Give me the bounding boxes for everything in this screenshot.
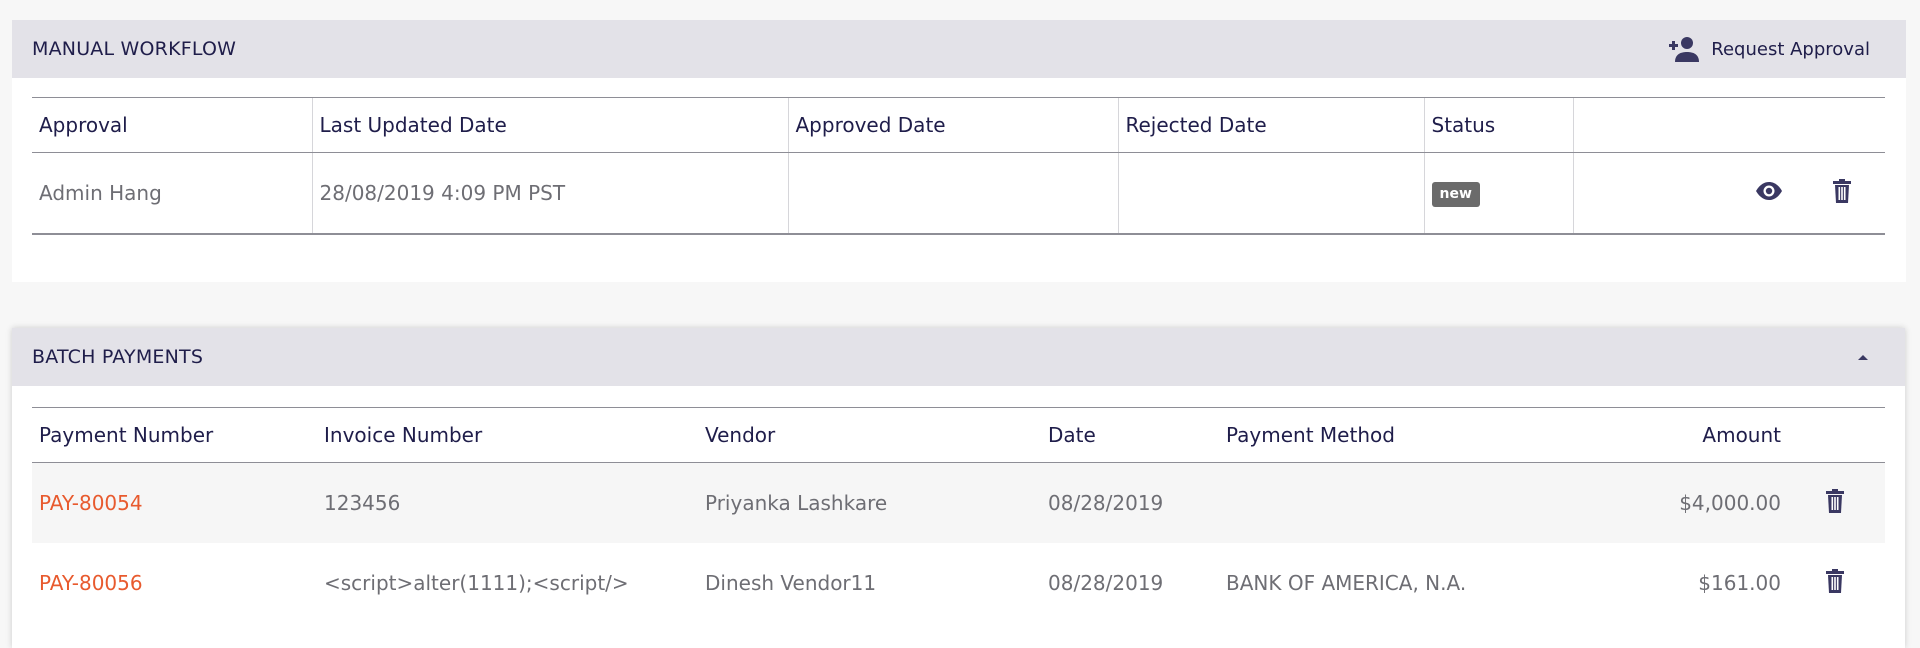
delete-button[interactable] [1826, 488, 1844, 518]
status-cell: new [1423, 152, 1573, 235]
approved-date [787, 152, 1118, 235]
request-approval-button[interactable]: Request Approval [1667, 20, 1870, 78]
amount: $4,000.00 [1614, 462, 1789, 543]
invoice-number: 123456 [317, 462, 698, 543]
batch-payments-panel: BATCH PAYMENTS Payment Number Invoice Nu… [12, 328, 1905, 648]
payment-date: 08/28/2019 [1048, 571, 1164, 595]
payment-method [1219, 462, 1614, 543]
manual-workflow-panel: MANUAL WORKFLOW Request Approval Approva… [12, 20, 1906, 282]
col-date: Date [1041, 407, 1219, 463]
trash-icon [1826, 568, 1844, 593]
batch-payments-table: Payment Number Invoice Number Vendor Dat… [32, 407, 1885, 623]
payment-number-link[interactable]: PAY-80054 [39, 491, 143, 515]
vendor: Priyanka Lashkare [698, 462, 1041, 543]
manual-workflow-title: MANUAL WORKFLOW [32, 38, 237, 60]
amount: $161.00 [1698, 571, 1781, 595]
payment-date: 08/28/2019 [1041, 462, 1219, 543]
eye-icon [1755, 181, 1782, 200]
row-actions [1789, 543, 1885, 623]
request-approval-label: Request Approval [1711, 38, 1870, 60]
person-add-icon [1669, 37, 1700, 62]
view-button[interactable] [1755, 181, 1783, 206]
vendor: Dinesh Vendor11 [705, 571, 877, 595]
table-row: PAY-80054 123456 Priyanka Lashkare 08/28… [32, 462, 1885, 543]
approval-table-header: Approval Last Updated Date Approved Date… [32, 97, 1885, 153]
col-vendor: Vendor [698, 407, 1041, 463]
caret-up-icon [1858, 355, 1868, 360]
col-status: Status [1423, 97, 1573, 153]
batch-table-header: Payment Number Invoice Number Vendor Dat… [32, 407, 1885, 463]
batch-payments-header[interactable]: BATCH PAYMENTS [12, 328, 1905, 386]
trash-icon [1826, 488, 1844, 513]
col-row-actions [1789, 407, 1885, 463]
status-badge: new [1431, 182, 1480, 207]
col-invoice-number: Invoice Number [317, 407, 698, 463]
col-payment-number: Payment Number [32, 407, 317, 463]
batch-payments-title: BATCH PAYMENTS [32, 346, 204, 368]
collapse-button[interactable] [1857, 328, 1869, 386]
col-last-updated-date: Last Updated Date [311, 97, 788, 153]
trash-icon [1833, 178, 1851, 203]
row-actions [1572, 152, 1885, 235]
payment-number-cell: PAY-80054 [32, 462, 317, 543]
payment-number-link[interactable]: PAY-80056 [39, 571, 143, 595]
col-amount: Amount [1614, 407, 1789, 463]
last-updated-date: 28/08/2019 4:09 PM PST [311, 152, 788, 235]
row-actions [1789, 462, 1885, 543]
payment-method: BANK OF AMERICA, N.A. [1226, 571, 1467, 595]
table-row: PAY-80056 <script>alter(1111);<script/> … [32, 543, 1885, 623]
delete-button[interactable] [1826, 568, 1844, 598]
manual-workflow-header: MANUAL WORKFLOW Request Approval [12, 20, 1906, 78]
col-approved-date: Approved Date [787, 97, 1118, 153]
delete-button[interactable] [1833, 178, 1851, 208]
payment-number-cell: PAY-80056 [32, 543, 317, 623]
approval-table: Approval Last Updated Date Approved Date… [32, 97, 1885, 235]
invoice-number: <script>alter(1111);<script/> [324, 571, 629, 595]
approval-name: Admin Hang [32, 152, 312, 235]
table-row: Admin Hang 28/08/2019 4:09 PM PST new [32, 152, 1885, 235]
rejected-date [1117, 152, 1424, 235]
col-approval: Approval [32, 97, 312, 153]
col-rejected-date: Rejected Date [1117, 97, 1424, 153]
col-actions [1572, 97, 1885, 153]
col-payment-method: Payment Method [1219, 407, 1614, 463]
